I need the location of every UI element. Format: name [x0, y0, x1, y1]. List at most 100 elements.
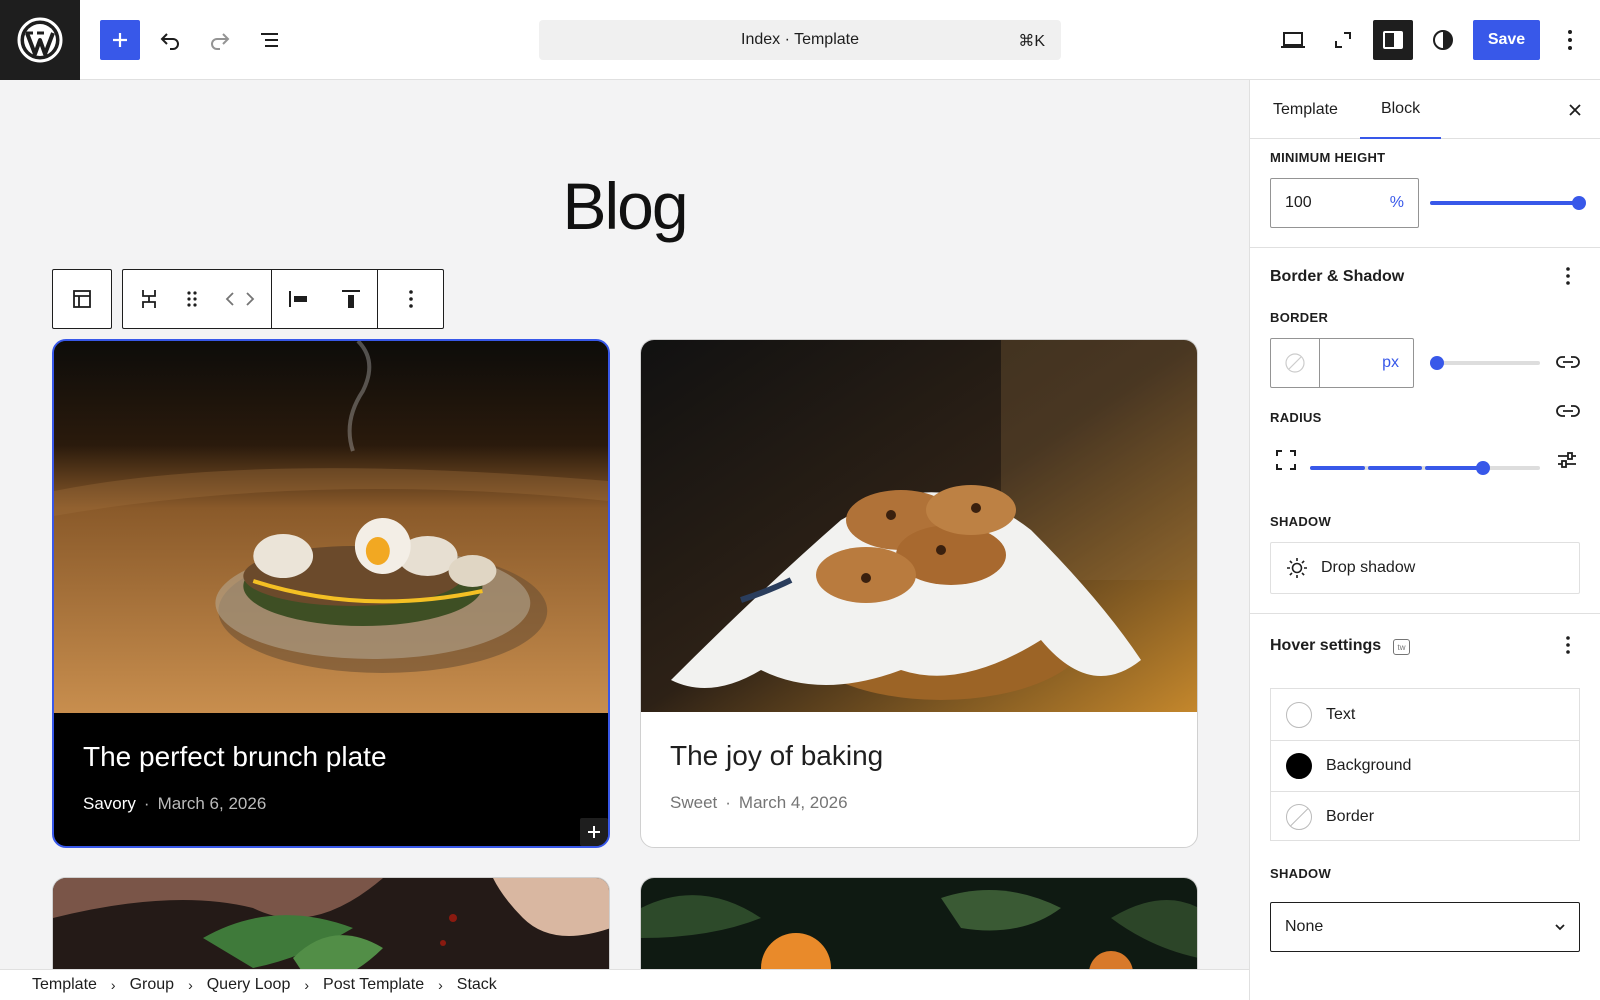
close-sidebar-button[interactable] — [1565, 100, 1585, 120]
list-view-icon — [261, 33, 278, 47]
post-category[interactable]: Savory — [83, 794, 136, 814]
post-title[interactable]: The perfect brunch plate — [83, 741, 387, 773]
block-type-button[interactable] — [132, 279, 166, 319]
hover-settings-panel-title[interactable]: Hover settings — [1270, 637, 1381, 655]
hover-shadow-select[interactable]: None — [1270, 902, 1580, 952]
tab-block[interactable]: Block — [1360, 80, 1441, 139]
chevron-right-icon: › — [188, 977, 193, 993]
hover-item-label: Border — [1326, 808, 1375, 825]
chevron-down-icon — [1555, 924, 1565, 931]
desktop-icon — [1281, 32, 1305, 48]
drop-shadow-button[interactable]: Drop shadow — [1270, 542, 1580, 594]
radius-slider-segment — [1425, 466, 1480, 470]
breadcrumb-item[interactable]: Template — [32, 976, 97, 994]
post-category[interactable]: Sweet — [670, 793, 717, 813]
close-icon — [1569, 104, 1581, 116]
command-palette-bar[interactable]: Index · Template ⌘K — [539, 20, 1061, 60]
blog-heading[interactable]: Blog — [0, 168, 1249, 244]
block-switcher-section — [123, 279, 271, 319]
post-card[interactable] — [52, 877, 610, 969]
post-meta: Sweet · March 4, 2026 — [670, 793, 883, 813]
editor-canvas: Blog The perfect brunch plate Savory · M… — [0, 80, 1249, 969]
undo-button[interactable] — [150, 20, 190, 60]
justify-left-button[interactable] — [278, 279, 318, 319]
chevron-right-icon: › — [304, 977, 310, 993]
hover-text-color-item[interactable]: Text — [1271, 689, 1579, 740]
post-featured-image[interactable] — [54, 341, 608, 713]
device-preview-button[interactable] — [1273, 20, 1313, 60]
hover-settings-options-button[interactable] — [1558, 635, 1578, 655]
post-date: March 6, 2026 — [157, 794, 267, 813]
drag-handle[interactable] — [177, 279, 207, 319]
block-breadcrumb: Template › Group › Query Loop › Post Tem… — [0, 969, 1249, 1000]
settings-sidebar: Template Block Minimum height 100 % Bord… — [1249, 80, 1600, 1000]
post-card-content: The perfect brunch plate Savory · March … — [83, 741, 387, 814]
save-button[interactable]: Save — [1473, 20, 1540, 60]
styles-button[interactable] — [1423, 20, 1463, 60]
wordpress-logo-button[interactable] — [0, 0, 80, 80]
plus-icon — [588, 826, 600, 838]
post-card-selected[interactable]: The perfect brunch plate Savory · March … — [52, 339, 610, 848]
min-height-slider-thumb[interactable] — [1572, 196, 1586, 210]
min-height-label: Minimum height — [1270, 150, 1386, 165]
link-icon — [1556, 405, 1580, 417]
post-date: March 4, 2026 — [738, 793, 848, 812]
post-featured-image[interactable] — [641, 340, 1197, 712]
hover-item-label: Text — [1326, 705, 1356, 723]
border-color-button[interactable] — [1271, 339, 1320, 387]
meta-separator: · — [143, 794, 150, 813]
breadcrumb-item-current: Stack — [456, 976, 497, 993]
breadcrumb-item[interactable]: Post Template — [323, 976, 424, 994]
hover-background-color-item[interactable]: Background — [1271, 740, 1579, 791]
hover-border-color-item[interactable]: Border — [1271, 791, 1579, 842]
radius-link-button[interactable] — [1555, 402, 1581, 425]
border-unit-select[interactable]: px — [1382, 354, 1399, 372]
panel-divider — [1250, 247, 1600, 248]
block-options-button[interactable] — [391, 279, 431, 319]
post-featured-image[interactable] — [641, 878, 1198, 969]
border-link-button[interactable] — [1555, 353, 1581, 376]
tab-template[interactable]: Template — [1250, 80, 1361, 139]
color-swatch-empty — [1286, 701, 1312, 728]
drop-shadow-label: Drop shadow — [1321, 559, 1416, 576]
radius-custom-button[interactable] — [1555, 448, 1579, 477]
vertical-dots-icon — [1568, 30, 1572, 50]
post-card-content: The joy of baking Sweet · March 4, 2026 — [670, 740, 883, 813]
color-swatch-black — [1286, 753, 1312, 779]
radius-slider-thumb[interactable] — [1476, 461, 1490, 475]
min-height-input[interactable]: 100 % — [1270, 178, 1419, 228]
hover-item-label: Background — [1326, 757, 1412, 774]
chevron-left-right-icon — [225, 292, 254, 306]
shadow-label: Shadow — [1270, 514, 1332, 529]
post-featured-image[interactable] — [53, 878, 610, 969]
block-inserter-button[interactable] — [100, 20, 140, 60]
undo-icon — [160, 33, 179, 50]
wordpress-icon — [17, 17, 63, 63]
document-overview-button[interactable] — [250, 20, 290, 60]
border-shadow-panel-title[interactable]: Border & Shadow — [1270, 268, 1404, 286]
hover-shadow-label: Shadow — [1270, 866, 1332, 881]
hover-shadow-value: None — [1285, 918, 1324, 935]
block-toolbar — [52, 269, 444, 329]
breadcrumb-item[interactable]: Query Loop — [207, 976, 291, 994]
border-shadow-options-button[interactable] — [1558, 266, 1578, 286]
redo-button[interactable] — [200, 20, 240, 60]
options-menu-button[interactable] — [1550, 20, 1590, 60]
link-icon — [1556, 356, 1580, 368]
post-card[interactable]: The joy of baking Sweet · March 4, 2026 — [640, 339, 1198, 848]
zoom-out-button[interactable] — [1323, 20, 1363, 60]
border-width-slider-thumb[interactable] — [1430, 356, 1444, 370]
post-card[interactable] — [640, 877, 1198, 969]
fullscreen-icon — [1335, 32, 1351, 48]
border-width-slider[interactable] — [1430, 361, 1540, 365]
settings-sidebar-toggle[interactable] — [1373, 20, 1413, 60]
move-arrows-button[interactable] — [218, 279, 262, 319]
min-height-unit-select[interactable]: % — [1390, 194, 1404, 212]
breadcrumb-item[interactable]: Group — [130, 976, 174, 994]
half-circle-icon — [1433, 30, 1453, 50]
vertical-align-top-button[interactable] — [331, 279, 371, 319]
select-parent-button[interactable] — [62, 279, 102, 319]
vertical-dots-icon — [1566, 636, 1570, 654]
block-appender-button[interactable] — [580, 818, 608, 846]
post-title[interactable]: The joy of baking — [670, 740, 883, 772]
